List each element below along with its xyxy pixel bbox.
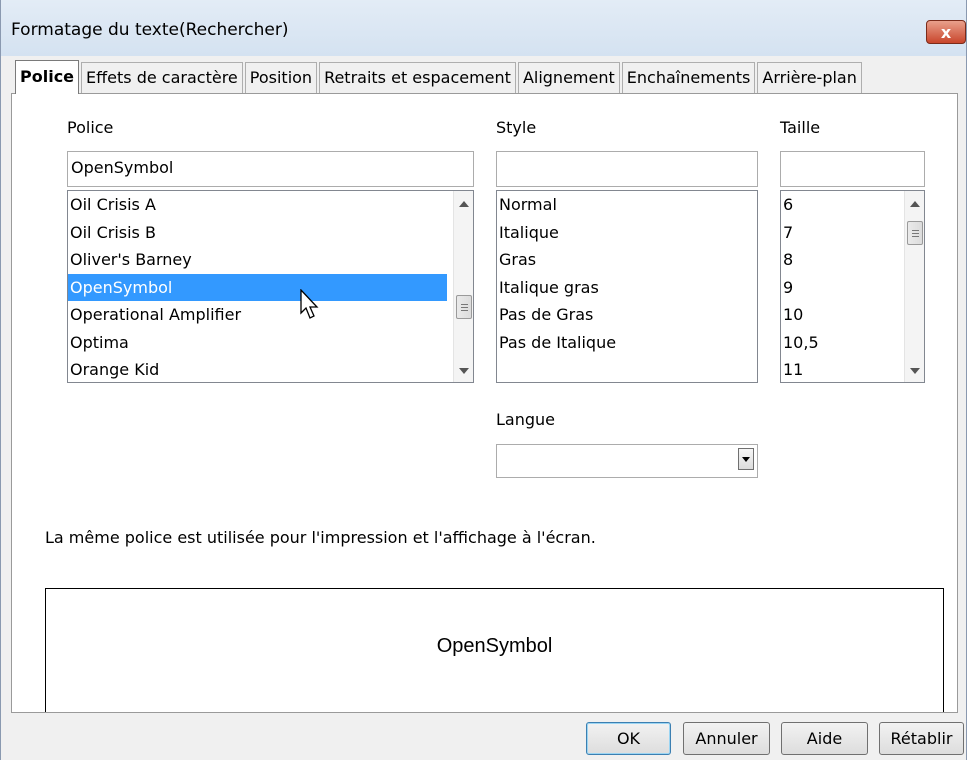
size-list-item[interactable]: 7 xyxy=(781,219,924,247)
font-list-item[interactable]: Oliver's Barney xyxy=(68,246,473,274)
tab-alignement[interactable]: Alignement xyxy=(517,62,620,94)
style-list-item[interactable]: Italique xyxy=(497,219,757,247)
size-label: Taille xyxy=(780,118,821,137)
chevron-down-icon[interactable] xyxy=(738,448,754,470)
font-preview: OpenSymbol xyxy=(45,588,944,712)
font-list-item[interactable]: Oil Crisis A xyxy=(68,191,473,219)
dialog-window: Formatage du texte(Rechercher) x Police … xyxy=(0,0,967,760)
size-list-item[interactable]: 11 xyxy=(781,356,924,382)
font-list-item[interactable]: Optima xyxy=(68,329,473,357)
scroll-down-icon[interactable] xyxy=(458,366,470,376)
font-list-scrollbar[interactable] xyxy=(453,191,473,382)
reset-button[interactable]: Rétablir xyxy=(879,722,964,755)
tab-enchainements[interactable]: Enchaînements xyxy=(621,62,756,94)
close-icon: x xyxy=(940,22,952,42)
size-list-item[interactable]: 8 xyxy=(781,246,924,274)
tab-panel: Police OpenSymbol Oil Crisis A Oil Crisi… xyxy=(11,93,958,713)
style-list[interactable]: Normal Italique Gras Italique gras Pas d… xyxy=(496,190,758,383)
scroll-up-icon[interactable] xyxy=(458,199,470,209)
info-text: La même police est utilisée pour l'impre… xyxy=(45,528,596,547)
font-label: Police xyxy=(67,118,114,137)
font-list[interactable]: Oil Crisis A Oil Crisis B Oliver's Barne… xyxy=(67,190,474,383)
tab-effets-caractere[interactable]: Effets de caractère xyxy=(81,62,243,94)
tab-police[interactable]: Police xyxy=(15,60,80,94)
size-list-item[interactable]: 6 xyxy=(781,191,924,219)
style-input[interactable] xyxy=(496,151,758,187)
mouse-pointer-icon xyxy=(300,289,319,319)
size-list-item[interactable]: 10,5 xyxy=(781,329,924,357)
size-list-item[interactable]: 10 xyxy=(781,301,924,329)
style-list-item[interactable]: Italique gras xyxy=(497,274,757,302)
scroll-thumb[interactable] xyxy=(456,295,472,319)
scroll-thumb[interactable] xyxy=(907,221,923,245)
tab-retraits-espacement[interactable]: Retraits et espacement xyxy=(319,62,516,94)
preview-text: OpenSymbol xyxy=(436,635,553,657)
scroll-down-icon[interactable] xyxy=(909,366,921,376)
style-list-item[interactable]: Pas de Italique xyxy=(497,329,757,357)
window-title: Formatage du texte(Rechercher) xyxy=(11,20,289,40)
font-list-item[interactable]: Operational Amplifier xyxy=(68,301,473,329)
language-label: Langue xyxy=(496,410,555,429)
tab-bar: Police Effets de caractère Position Retr… xyxy=(15,60,864,94)
font-list-item[interactable]: Orange Kid xyxy=(68,356,473,382)
size-list-scrollbar[interactable] xyxy=(904,191,924,382)
title-bar: Formatage du texte(Rechercher) x xyxy=(1,0,966,56)
style-label: Style xyxy=(496,118,537,137)
tab-arriere-plan[interactable]: Arrière-plan xyxy=(757,62,862,94)
tab-position[interactable]: Position xyxy=(244,62,318,94)
close-button[interactable]: x xyxy=(926,20,966,44)
font-name-input[interactable]: OpenSymbol xyxy=(67,151,474,187)
font-list-item[interactable]: Oil Crisis B xyxy=(68,219,473,247)
size-input[interactable] xyxy=(780,151,925,187)
scroll-up-icon[interactable] xyxy=(909,199,921,209)
cancel-button[interactable]: Annuler xyxy=(683,722,770,755)
size-list[interactable]: 6 7 8 9 10 10,5 11 xyxy=(780,190,925,383)
style-list-item[interactable]: Pas de Gras xyxy=(497,301,757,329)
style-list-item[interactable]: Normal xyxy=(497,191,757,219)
help-button[interactable]: Aide xyxy=(781,722,868,755)
font-list-item-selected[interactable]: OpenSymbol xyxy=(68,273,447,301)
style-list-item[interactable]: Gras xyxy=(497,246,757,274)
language-select[interactable] xyxy=(496,444,758,478)
ok-button[interactable]: OK xyxy=(586,722,671,755)
size-list-item[interactable]: 9 xyxy=(781,274,924,302)
